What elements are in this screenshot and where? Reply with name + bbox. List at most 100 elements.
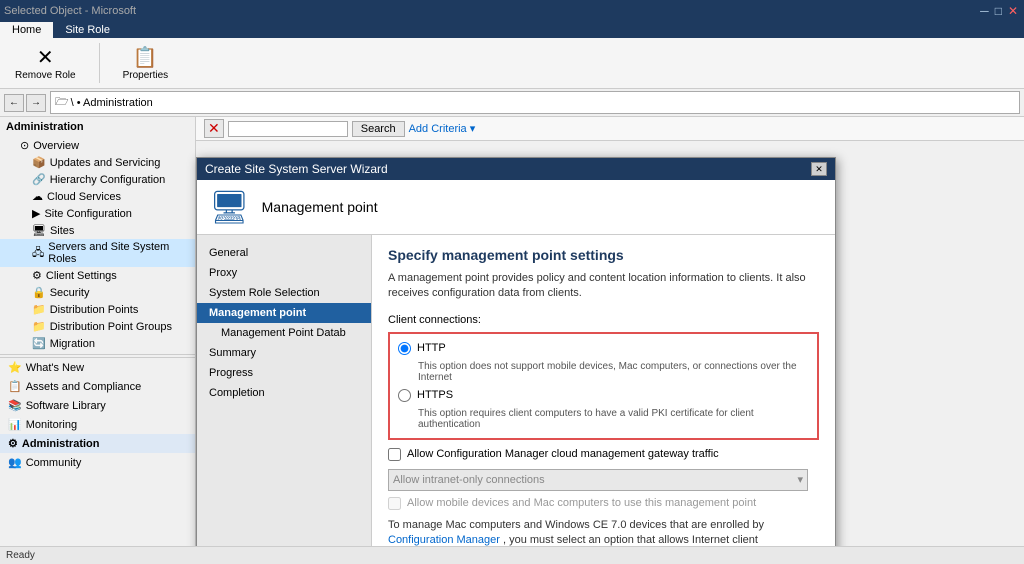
search-clear-button[interactable]: ✕ <box>204 119 224 138</box>
nav-path-icon: 🗁 <box>55 93 69 112</box>
window-label: Selected Object - Microsoft <box>4 5 136 17</box>
wizard-content: Specify management point settings A mana… <box>372 235 835 546</box>
sidebar-item-site-config[interactable]: ▶ Site Configuration <box>0 205 195 222</box>
monitoring-label: Monitoring <box>26 419 77 431</box>
https-description: This option requires client computers to… <box>418 408 809 430</box>
wizard-nav-general[interactable]: General <box>197 243 371 263</box>
client-settings-icon: ⚙ <box>32 269 42 282</box>
migration-label: Migration <box>50 338 95 350</box>
sidebar-item-overview[interactable]: ⊙ Overview <box>0 137 195 154</box>
info-text-before: To manage Mac computers and Windows CE 7… <box>388 519 764 531</box>
monitoring-icon: 📊 <box>8 418 22 431</box>
http-radio[interactable] <box>398 342 411 355</box>
wizard-nav-summary[interactable]: Summary <box>197 343 371 363</box>
gateway-traffic-checkbox[interactable] <box>388 448 401 461</box>
sidebar-item-cloud[interactable]: ☁ Cloud Services <box>0 188 195 205</box>
assets-label: Assets and Compliance <box>26 381 142 393</box>
properties-button[interactable]: 📋 Properties <box>116 42 176 84</box>
dp-icon: 📁 <box>32 303 46 316</box>
back-button[interactable]: ← <box>4 94 24 112</box>
dp-label: Distribution Points <box>50 304 139 316</box>
community-icon: 👥 <box>8 456 22 469</box>
forward-button[interactable]: → <box>26 94 46 112</box>
community-label: Community <box>26 457 82 469</box>
sidebar-item-migration[interactable]: 🔄 Migration <box>0 335 195 352</box>
wizard-nav-mp-database[interactable]: Management Point Datab <box>197 323 371 343</box>
wizard-nav-completion[interactable]: Completion <box>197 383 371 403</box>
minimize-icon[interactable]: ─ <box>978 4 991 18</box>
nav-arrows: ← → <box>4 94 46 112</box>
wizard-nav: General Proxy System Role Selection Mana… <box>197 235 372 546</box>
tab-home[interactable]: Home <box>0 22 53 38</box>
wizard-nav-proxy[interactable]: Proxy <box>197 263 371 283</box>
cloud-label: Cloud Services <box>47 191 121 203</box>
sidebar-bottom-administration[interactable]: ⚙ Administration <box>0 434 195 453</box>
search-button[interactable]: Search <box>352 121 405 137</box>
connection-type-select[interactable]: Allow intranet-only connections ▾ <box>388 469 808 491</box>
hierarchy-icon: 🔗 <box>32 173 46 186</box>
wizard-nav-progress[interactable]: Progress <box>197 363 371 383</box>
properties-icon: 📋 <box>133 45 158 70</box>
overview-label: Overview <box>33 140 79 152</box>
remove-role-button[interactable]: ✕ Remove Role <box>8 42 83 84</box>
mobile-devices-checkbox[interactable] <box>388 497 401 510</box>
sidebar-item-distribution-point-groups[interactable]: 📁 Distribution Point Groups <box>0 318 195 335</box>
sidebar-item-hierarchy[interactable]: 🔗 Hierarchy Configuration <box>0 171 195 188</box>
wizard-header: 🖥 Management point <box>197 180 835 235</box>
nav-path-text: \ • Administration <box>71 97 153 109</box>
sidebar-divider <box>0 354 195 355</box>
info-text: To manage Mac computers and Windows CE 7… <box>388 518 819 546</box>
dpg-label: Distribution Point Groups <box>50 321 172 333</box>
http-option: HTTP <box>398 342 809 355</box>
sidebar-item-servers[interactable]: 🖧 Servers and Site System Roles <box>0 239 195 267</box>
search-bar: ✕ Search Add Criteria ▾ <box>196 117 1024 141</box>
wizard-nav-management-point[interactable]: Management point <box>197 303 371 323</box>
gateway-traffic-label: Allow Configuration Manager cloud manage… <box>407 448 719 460</box>
wizard-title: Create Site System Server Wizard <box>205 162 388 176</box>
select-dropdown-icon: ▾ <box>797 473 803 486</box>
sidebar-item-updates[interactable]: 📦 Updates and Servicing <box>0 154 195 171</box>
wizard-close-button[interactable]: ✕ <box>811 162 827 176</box>
taskbar: Selected Object - Microsoft ─ □ ✕ <box>0 0 1024 22</box>
wizard-nav-role-selection[interactable]: System Role Selection <box>197 283 371 303</box>
sidebar-bottom-monitoring[interactable]: 📊 Monitoring <box>0 415 195 434</box>
servers-icon: 🖧 <box>32 244 44 263</box>
overview-icon: ⊙ <box>20 139 29 152</box>
tab-site-role[interactable]: Site Role <box>53 22 122 38</box>
config-manager-link[interactable]: Configuration Manager <box>388 534 500 546</box>
sidebar-item-sites[interactable]: 🖥 Sites <box>0 222 195 239</box>
nav-path: 🗁 \ • Administration <box>50 91 1020 114</box>
wizard-description: A management point provides policy and c… <box>388 271 819 302</box>
wizard-content-title: Specify management point settings <box>388 247 819 263</box>
add-criteria-button[interactable]: Add Criteria ▾ <box>409 122 476 135</box>
sidebar-bottom: ⭐ What's New 📋 Assets and Compliance 📚 S… <box>0 357 195 472</box>
ribbon-separator <box>99 43 100 83</box>
sidebar-bottom-assets[interactable]: 📋 Assets and Compliance <box>0 377 195 396</box>
admin-icon: ⚙ <box>8 437 18 450</box>
status-text: Ready <box>6 550 35 561</box>
updates-label: Updates and Servicing <box>50 157 161 169</box>
wizard-body: General Proxy System Role Selection Mana… <box>197 235 835 546</box>
servers-label: Servers and Site System Roles <box>48 241 187 265</box>
close-icon[interactable]: ✕ <box>1006 4 1020 18</box>
sidebar-bottom-community[interactable]: 👥 Community <box>0 453 195 472</box>
sidebar-item-distribution-points[interactable]: 📁 Distribution Points <box>0 301 195 318</box>
https-radio[interactable] <box>398 389 411 402</box>
wizard-dialog: Create Site System Server Wizard ✕ 🖥 Man… <box>196 157 836 546</box>
sidebar-bottom-software[interactable]: 📚 Software Library <box>0 396 195 415</box>
maximize-icon[interactable]: □ <box>993 4 1004 18</box>
ribbon: Home Site Role ✕ Remove Role 📋 Propertie… <box>0 22 1024 89</box>
admin-label: Administration <box>22 438 100 450</box>
ribbon-content: ✕ Remove Role 📋 Properties <box>0 38 1024 88</box>
whats-new-icon: ⭐ <box>8 361 22 374</box>
client-connections-label: Client connections: <box>388 314 819 326</box>
search-input[interactable] <box>228 121 348 137</box>
sidebar-item-client-settings[interactable]: ⚙ Client Settings <box>0 267 195 284</box>
main-layout: Administration ⊙ Overview 📦 Updates and … <box>0 117 1024 546</box>
software-label: Software Library <box>26 400 106 412</box>
site-config-icon: ▶ <box>32 207 40 220</box>
sidebar-bottom-whats-new[interactable]: ⭐ What's New <box>0 358 195 377</box>
sidebar-item-security[interactable]: 🔒 Security <box>0 284 195 301</box>
mobile-devices-label: Allow mobile devices and Mac computers t… <box>407 497 756 509</box>
software-icon: 📚 <box>8 399 22 412</box>
